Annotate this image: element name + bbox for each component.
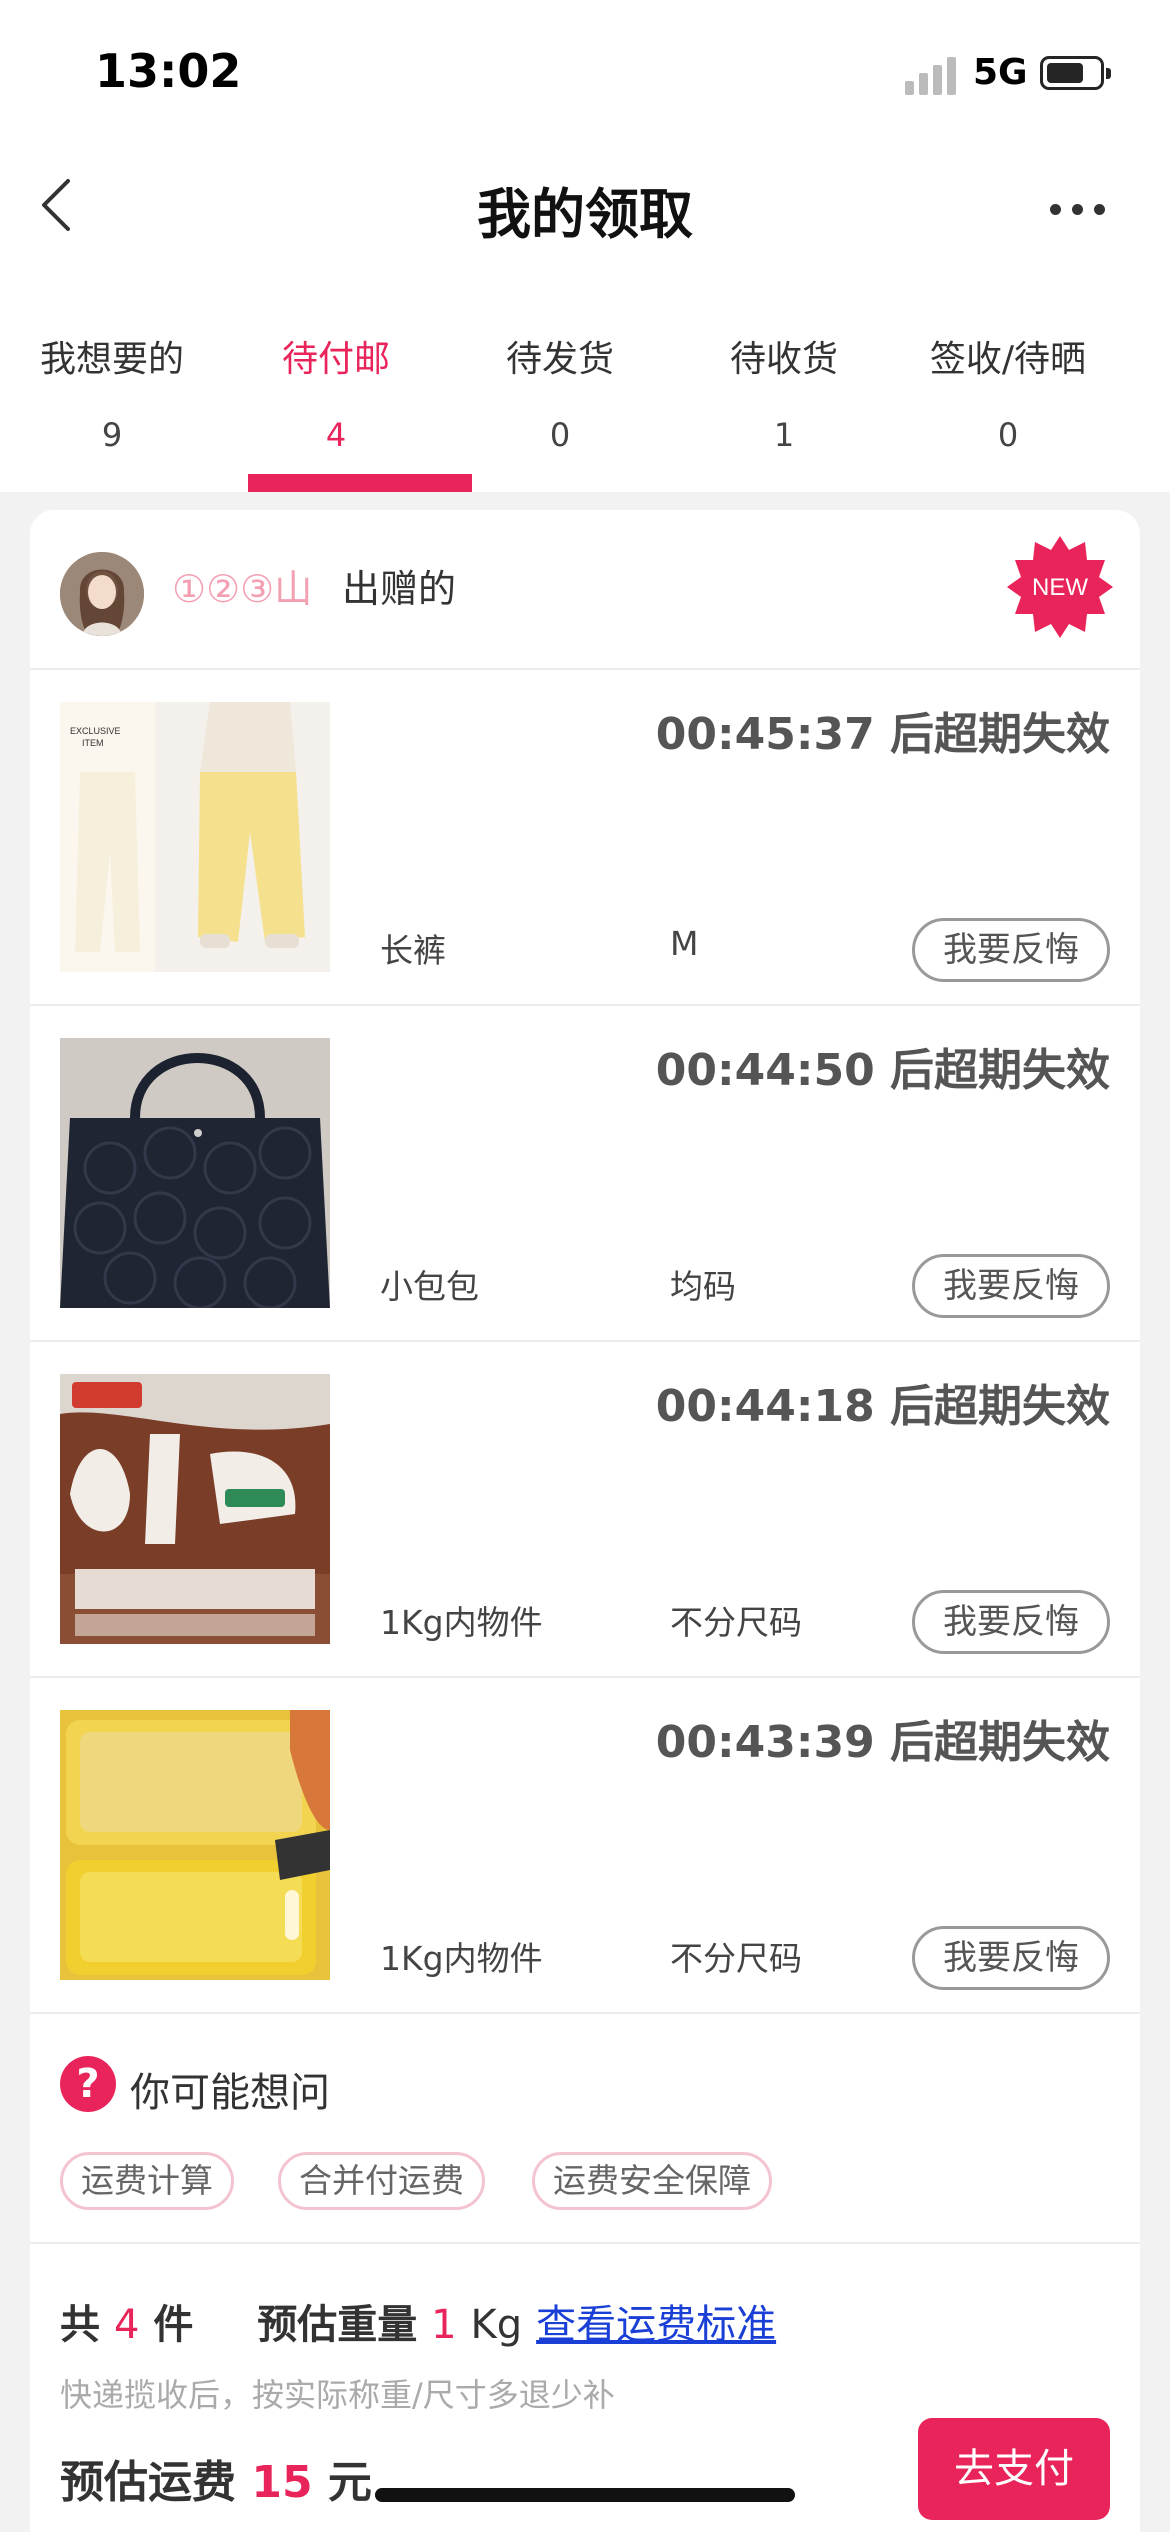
tab-pending-receipt[interactable]: 待收货 1 xyxy=(672,300,896,492)
app-screen: 13:02 5G 我的领取 我想要的 9 待付邮 4 待发货 0 待收货 1 签… xyxy=(0,0,1170,2532)
tab-label: 待付邮 xyxy=(281,339,390,380)
status-time: 13:02 xyxy=(95,44,242,98)
product-image[interactable]: EXCLUSIVE ITEM xyxy=(60,702,330,972)
tab-count: 9 xyxy=(101,416,123,454)
list-item[interactable]: 00:43:39 后超期失效 1Kg内物件 不分尺码 我要反悔 xyxy=(30,1678,1140,2014)
tab-label: 我想要的 xyxy=(39,339,184,380)
regret-button[interactable]: 我要反悔 xyxy=(912,918,1110,982)
countdown-timer: 00:45:37 后超期失效 xyxy=(655,709,1110,760)
summary-line: 共 4 件 预估重量 1 Kg 查看运费标准 xyxy=(60,2292,776,2350)
product-image[interactable] xyxy=(60,1374,330,1644)
list-item[interactable]: 00:44:18 后超期失效 1Kg内物件 不分尺码 我要反悔 xyxy=(30,1342,1140,1678)
tab-wanted[interactable]: 我想要的 9 xyxy=(0,300,224,492)
tab-label: 签收/待晒 xyxy=(929,339,1087,380)
nav-bar: 我的领取 xyxy=(0,150,1170,300)
fee-value: 15 xyxy=(251,2457,313,2508)
svg-text:NEW: NEW xyxy=(1032,574,1088,601)
network-type: 5G xyxy=(973,52,1028,93)
svg-text:EXCLUSIVE: EXCLUSIVE xyxy=(70,726,121,736)
home-indicator[interactable] xyxy=(375,2488,795,2502)
item-count: 4 xyxy=(113,2302,140,2348)
status-bar: 13:02 5G xyxy=(0,0,1170,150)
giver-label: 出赠的 xyxy=(342,567,457,611)
pay-button[interactable]: 去支付 xyxy=(918,2418,1110,2520)
page-title: 我的领取 xyxy=(477,183,693,246)
fee-unit: 元 xyxy=(327,2457,372,2508)
item-size: 不分尺码 xyxy=(670,1939,802,1978)
weight-unit: Kg xyxy=(470,2302,523,2348)
more-icon[interactable] xyxy=(1050,202,1110,218)
product-image[interactable] xyxy=(60,1038,330,1308)
countdown-timer: 00:44:50 后超期失效 xyxy=(655,1045,1110,1096)
item-name: 长裤 xyxy=(380,931,446,970)
regret-button[interactable]: 我要反悔 xyxy=(912,1590,1110,1654)
item-name: 小包包 xyxy=(380,1267,479,1306)
tab-pending-postage[interactable]: 待付邮 4 xyxy=(224,300,472,492)
item-size: 均码 xyxy=(670,1267,736,1306)
item-name: 1Kg内物件 xyxy=(380,1939,543,1978)
faq-title: 你可能想问 xyxy=(130,2070,330,2116)
status-tabs: 我想要的 9 待付邮 4 待发货 0 待收货 1 签收/待晒 0 xyxy=(0,300,1170,492)
list-item[interactable]: 00:44:50 后超期失效 小包包 均码 我要反悔 xyxy=(30,1006,1140,1342)
faq-chip-combine-postage[interactable]: 合并付运费 xyxy=(278,2152,485,2210)
tab-count: 1 xyxy=(773,416,795,454)
signal-icon xyxy=(905,55,957,95)
regret-button[interactable]: 我要反悔 xyxy=(912,1254,1110,1318)
giver-row[interactable]: ①②③山 出赠的 NEW xyxy=(30,510,1140,670)
faq-chip-shipping-calc[interactable]: 运费计算 xyxy=(60,2152,234,2210)
svg-text:ITEM: ITEM xyxy=(82,738,104,748)
giver-name[interactable]: ①②③山 xyxy=(172,558,312,613)
summary-note: 快递揽收后，按实际称重/尺寸多退少补 xyxy=(60,2376,615,2414)
avatar[interactable] xyxy=(60,552,144,636)
weight-label: 预估重量 xyxy=(257,2302,418,2348)
tab-count: 0 xyxy=(549,416,571,454)
item-name: 1Kg内物件 xyxy=(380,1603,543,1642)
faq-section: ? 你可能想问 运费计算 合并付运费 运费安全保障 xyxy=(30,2014,1140,2244)
faq-chip-postage-guarantee[interactable]: 运费安全保障 xyxy=(532,2152,772,2210)
tab-label: 待发货 xyxy=(505,339,614,380)
summary-prefix: 共 xyxy=(60,2302,100,2348)
tab-count: 4 xyxy=(325,416,347,454)
tab-count: 0 xyxy=(997,416,1019,454)
question-icon: ? xyxy=(60,2056,116,2112)
product-image[interactable] xyxy=(60,1710,330,1980)
countdown-timer: 00:44:18 后超期失效 xyxy=(655,1381,1110,1432)
fee-line: 预估运费 15 元 xyxy=(60,2446,372,2510)
battery-icon xyxy=(1040,56,1111,90)
tab-label: 待收货 xyxy=(729,339,838,380)
count-unit: 件 xyxy=(153,2302,194,2348)
tab-signed[interactable]: 签收/待晒 0 xyxy=(896,300,1120,492)
fee-label: 预估运费 xyxy=(60,2457,236,2508)
countdown-timer: 00:43:39 后超期失效 xyxy=(655,1717,1110,1768)
regret-button[interactable]: 我要反悔 xyxy=(912,1926,1110,1990)
active-tab-indicator xyxy=(248,474,472,492)
list-item[interactable]: EXCLUSIVE ITEM 00:45:37 后超期失效 长裤 M 我要反悔 xyxy=(30,670,1140,1006)
new-badge: NEW xyxy=(1007,536,1113,638)
tab-pending-shipment[interactable]: 待发货 0 xyxy=(448,300,672,492)
item-size: M xyxy=(670,924,699,963)
shipping-standard-link[interactable]: 查看运费标准 xyxy=(536,2302,776,2348)
weight-value: 1 xyxy=(431,2302,457,2348)
item-size: 不分尺码 xyxy=(670,1603,802,1642)
order-card: ①②③山 出赠的 NEW EXCLUSIVE ITEM 00:45:37 后超期… xyxy=(30,510,1140,2532)
